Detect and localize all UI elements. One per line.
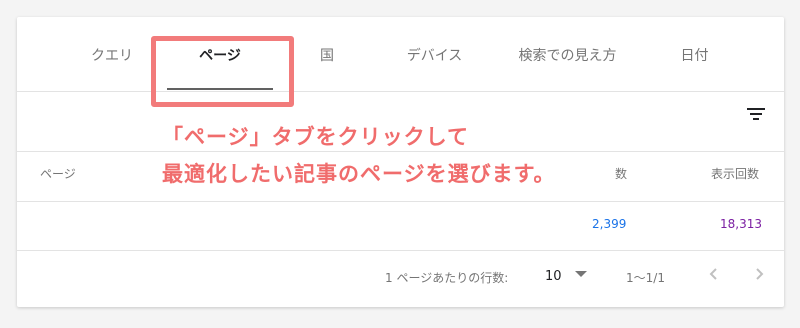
impressions-value: 18,313 bbox=[720, 217, 762, 231]
rows-per-page-label: 1 ページあたりの行数: bbox=[385, 271, 509, 285]
tab-query-label: クエリ bbox=[91, 47, 133, 64]
rows-per-page-value: 10 bbox=[545, 269, 562, 284]
pagination-range: 1〜1/1 bbox=[626, 271, 665, 285]
tab-query[interactable]: クエリ bbox=[77, 17, 147, 92]
annotation-line-2: 最適化したい記事のページを選びます。 bbox=[162, 162, 556, 186]
header-bottom-divider bbox=[17, 201, 784, 202]
tab-date[interactable]: 日付 bbox=[667, 17, 722, 92]
tab-country[interactable]: 国 bbox=[302, 17, 352, 92]
dropdown-arrow-icon bbox=[575, 271, 587, 277]
filter-icon[interactable] bbox=[747, 107, 765, 121]
tab-search-appearance[interactable]: 検索での見え方 bbox=[505, 17, 630, 92]
column-header-page[interactable]: ページ bbox=[40, 165, 76, 182]
tab-country-label: 国 bbox=[320, 47, 334, 64]
clicks-value: 2,399 bbox=[592, 217, 627, 231]
header-top-divider bbox=[17, 151, 784, 152]
tab-bar: クエリ ページ 国 デバイス 検索での見え方 日付 bbox=[17, 17, 784, 92]
tab-search-appearance-label: 検索での見え方 bbox=[518, 47, 617, 64]
performance-card: クエリ ページ 国 デバイス 検索での見え方 日付 ページ 数 表示回数 2,3… bbox=[17, 17, 784, 307]
previous-page-icon[interactable] bbox=[707, 267, 721, 281]
column-header-impressions[interactable]: 表示回数 bbox=[711, 165, 759, 182]
annotation-line-1: 「ページ」タブをクリックして bbox=[162, 125, 469, 149]
row-divider bbox=[17, 250, 784, 251]
highlight-box bbox=[151, 36, 294, 107]
tab-device-label: デバイス bbox=[406, 47, 463, 64]
tab-date-label: 日付 bbox=[680, 47, 709, 64]
next-page-icon[interactable] bbox=[752, 267, 766, 281]
column-header-clicks[interactable]: 数 bbox=[615, 165, 627, 182]
tab-device[interactable]: デバイス bbox=[387, 17, 482, 92]
